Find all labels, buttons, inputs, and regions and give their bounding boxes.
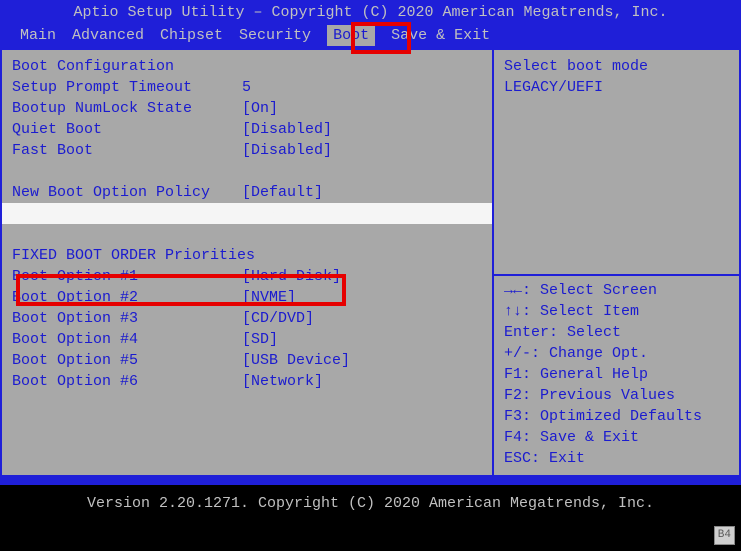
setting-label: Boot Option #4 (12, 329, 242, 350)
section-fixed-boot-order: FIXED BOOT ORDER Priorities (12, 245, 482, 266)
setting-boot-option-1[interactable]: Boot Option #1 [Hard Disk] (12, 266, 482, 287)
setting-value: [SD] (242, 329, 278, 350)
setting-label: Boot Option #2 (12, 287, 242, 308)
help-key-select-screen: →←: Select Screen (504, 280, 729, 301)
setting-value: [Disabled] (242, 140, 332, 161)
setting-boot-option-6[interactable]: Boot Option #6 [Network] (12, 371, 482, 392)
setting-value: [CD/DVD] (242, 308, 314, 329)
help-key-select-item: ↑↓: Select Item (504, 301, 729, 322)
setting-boot-option-3[interactable]: Boot Option #3 [CD/DVD] (12, 308, 482, 329)
setting-value: [Default] (242, 182, 323, 203)
setting-label: Boot Option #1 (12, 266, 242, 287)
help-panel: Select boot mode LEGACY/UEFI →←: Select … (494, 50, 741, 475)
section-boot-configuration: Boot Configuration (12, 56, 482, 77)
help-key-f4: F4: Save & Exit (504, 427, 729, 448)
menu-tab-security[interactable]: Security (239, 25, 311, 46)
setting-boot-option-4[interactable]: Boot Option #4 [SD] (12, 329, 482, 350)
setting-value: [USB Device] (242, 350, 350, 371)
setting-new-boot-option-policy[interactable]: New Boot Option Policy [Default] (12, 182, 482, 203)
setting-value: [On] (242, 98, 278, 119)
setting-fast-boot[interactable]: Fast Boot [Disabled] (12, 140, 482, 161)
help-key-f1: F1: General Help (504, 364, 729, 385)
setting-boot-mode-select[interactable]: Boot mode select [LEGACY] (2, 203, 492, 224)
setting-value: [Network] (242, 371, 323, 392)
setting-value: [LEGACY] (242, 203, 314, 224)
setting-boot-option-2[interactable]: Boot Option #2 [NVME] (12, 287, 482, 308)
bios-title: Aptio Setup Utility – Copyright (C) 2020… (0, 0, 741, 24)
help-text-line: Select boot mode (504, 56, 729, 77)
menu-tab-boot[interactable]: Boot (327, 25, 375, 46)
help-text-line: LEGACY/UEFI (504, 77, 729, 98)
help-key-enter: Enter: Select (504, 322, 729, 343)
setting-label: Boot Option #3 (12, 308, 242, 329)
setting-value: [NVME] (242, 287, 296, 308)
setting-boot-option-5[interactable]: Boot Option #5 [USB Device] (12, 350, 482, 371)
footer-bar (0, 477, 741, 485)
help-key-f2: F2: Previous Values (504, 385, 729, 406)
setting-setup-prompt-timeout[interactable]: Setup Prompt Timeout 5 (12, 77, 482, 98)
help-key-change-opt: +/-: Change Opt. (504, 343, 729, 364)
setting-label: Boot Option #6 (12, 371, 242, 392)
menu-bar: Main Advanced Chipset Security Boot Save… (0, 24, 741, 48)
divider (494, 274, 739, 276)
setting-label: Bootup NumLock State (12, 98, 242, 119)
setting-value: [Hard Disk] (242, 266, 341, 287)
setting-value: 5 (242, 77, 251, 98)
version-footer: Version 2.20.1271. Copyright (C) 2020 Am… (0, 485, 741, 514)
setting-quiet-boot[interactable]: Quiet Boot [Disabled] (12, 119, 482, 140)
corner-badge: B4 (714, 526, 735, 545)
setting-label: Quiet Boot (12, 119, 242, 140)
menu-tab-main[interactable]: Main (20, 25, 56, 46)
help-key-f3: F3: Optimized Defaults (504, 406, 729, 427)
setting-label: New Boot Option Policy (12, 182, 242, 203)
setting-bootup-numlock-state[interactable]: Bootup NumLock State [On] (12, 98, 482, 119)
setting-label: Setup Prompt Timeout (12, 77, 242, 98)
setting-label: Fast Boot (12, 140, 242, 161)
setting-label: Boot Option #5 (12, 350, 242, 371)
setting-value: [Disabled] (242, 119, 332, 140)
settings-panel: Boot Configuration Setup Prompt Timeout … (0, 50, 494, 475)
menu-tab-advanced[interactable]: Advanced (72, 25, 144, 46)
help-key-esc: ESC: Exit (504, 448, 729, 469)
menu-tab-save-exit[interactable]: Save & Exit (391, 25, 490, 46)
menu-tab-chipset[interactable]: Chipset (160, 25, 223, 46)
setting-label: Boot mode select (12, 203, 242, 224)
